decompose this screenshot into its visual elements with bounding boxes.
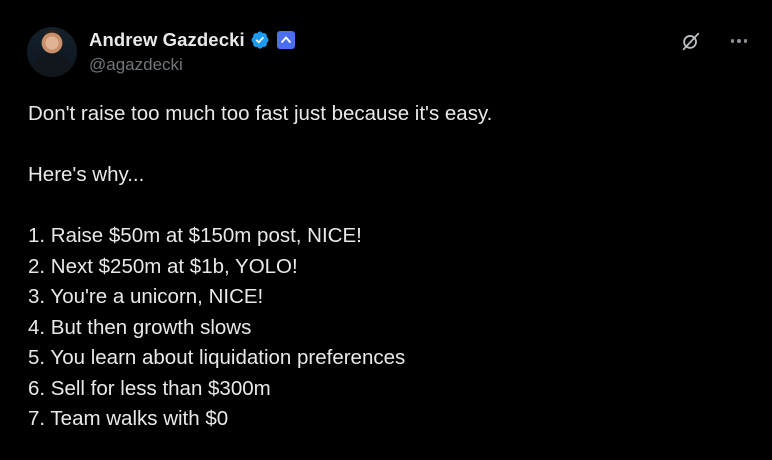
author-name-row: Andrew Gazdecki	[89, 29, 295, 51]
affiliate-badge-icon[interactable]	[276, 31, 295, 49]
tweet-header: Andrew Gazdecki @agazdecki	[27, 25, 752, 79]
author-handle[interactable]: @agazdecki	[89, 55, 183, 75]
tweet-card: Andrew Gazdecki @agazdecki Don't raise t…	[0, 0, 772, 460]
grok-icon[interactable]	[680, 30, 702, 52]
tweet-line: Don't raise too much too fast just becau…	[28, 102, 493, 125]
list-item: 2. Next $250m at $1b, YOLO!	[28, 254, 298, 278]
list-item: 3. You're a unicorn, NICE!	[28, 285, 264, 308]
list-item: 5. You learn about liquidation preferenc…	[28, 346, 406, 369]
author-display-name[interactable]: Andrew Gazdecki	[89, 29, 245, 51]
list-item: 6. Sell for less than $300m	[28, 376, 271, 400]
tweet-line: Here's why...	[28, 163, 145, 186]
tweet-text: Don't raise too much too fast just becau…	[28, 99, 752, 435]
list-item: 4. But then growth slows	[28, 315, 252, 339]
more-options-icon[interactable]	[726, 31, 752, 51]
list-item: 1. Raise $50m at $150m post, NICE!	[28, 224, 362, 247]
verified-badge-icon	[251, 31, 269, 49]
avatar[interactable]	[27, 27, 77, 77]
list-item: 7. Team walks with $0	[28, 407, 229, 430]
